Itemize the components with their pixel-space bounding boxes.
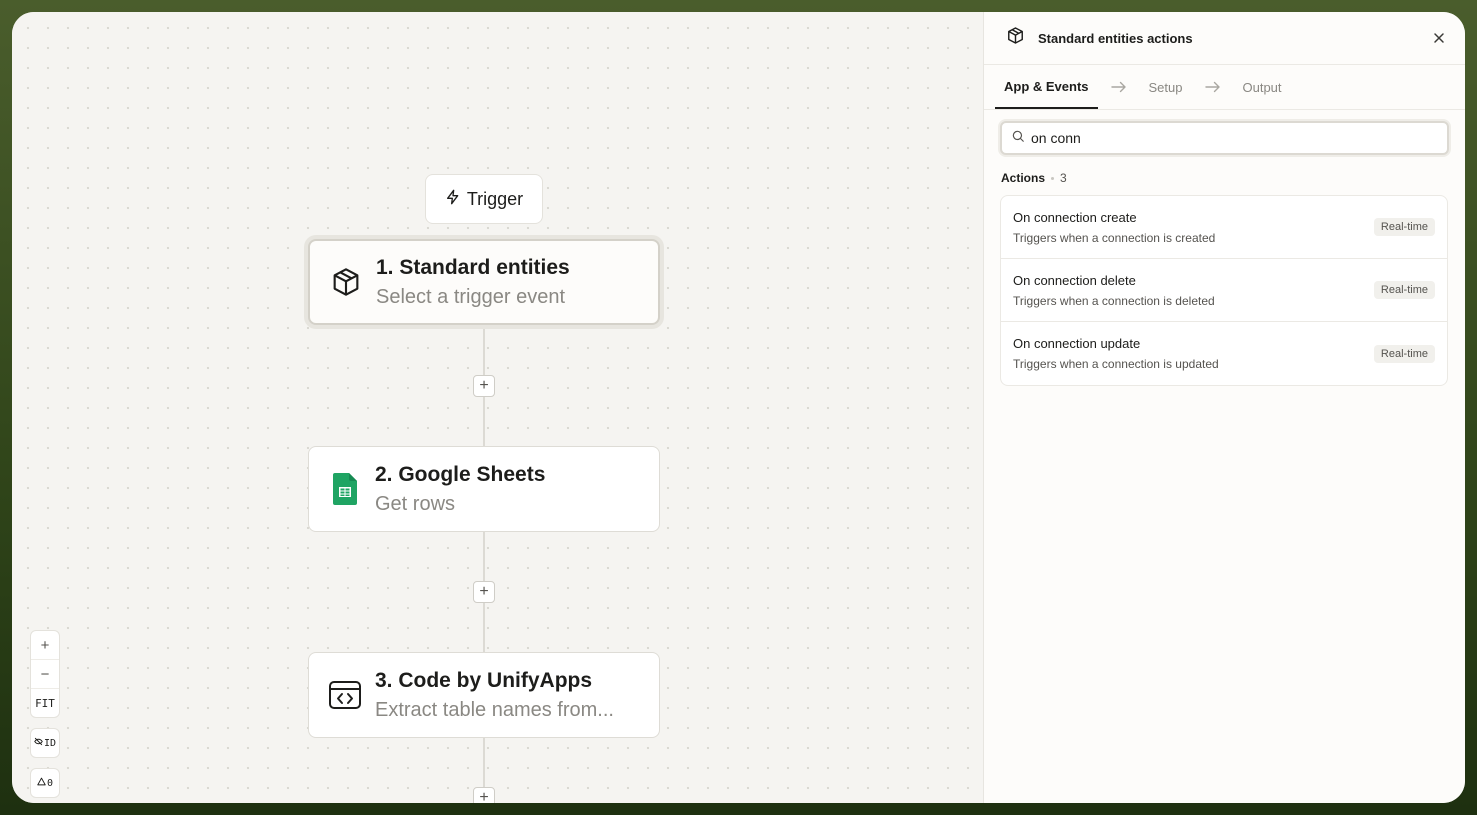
arrow-right-icon <box>1098 65 1140 109</box>
lightning-icon <box>445 189 461 210</box>
box-icon <box>1006 26 1025 50</box>
arrow-right-icon <box>1192 65 1234 109</box>
google-sheets-icon <box>328 472 362 506</box>
node-subtitle: Extract table names from... <box>375 698 614 721</box>
trigger-button[interactable]: Trigger <box>425 174 543 224</box>
actions-section-header: Actions 3 <box>1001 171 1465 185</box>
list-item[interactable]: On connection update Triggers when a con… <box>1001 322 1447 385</box>
node-subtitle: Get rows <box>375 492 456 515</box>
close-icon[interactable] <box>1429 28 1449 48</box>
zoom-out-button[interactable]: − <box>31 660 59 689</box>
app-window: Trigger 1. Standard entities Select a tr… <box>12 12 1465 803</box>
section-label: Actions <box>1001 171 1046 185</box>
warnings-button[interactable]: 0 <box>30 768 60 798</box>
result-description: Triggers when a connection is deleted <box>1013 293 1215 308</box>
zoom-in-button[interactable]: + <box>31 631 59 660</box>
workflow-canvas[interactable]: Trigger 1. Standard entities Select a tr… <box>12 12 983 803</box>
warning-icon <box>37 777 46 789</box>
trigger-label: Trigger <box>466 188 524 209</box>
result-title: On connection delete <box>1013 272 1136 288</box>
add-step-button[interactable]: + <box>473 581 495 603</box>
box-icon <box>329 265 363 299</box>
tab-app-events[interactable]: App & Events <box>995 65 1098 109</box>
tab-output[interactable]: Output <box>1234 65 1291 109</box>
node-title: 1. Standard entities <box>376 255 570 279</box>
code-icon <box>328 678 362 712</box>
results-list: On connection create Triggers when a con… <box>1000 195 1448 386</box>
tab-setup[interactable]: Setup <box>1140 65 1192 109</box>
id-toggle-label: ID <box>43 737 57 749</box>
result-description: Triggers when a connection is created <box>1013 230 1216 245</box>
separator-dot <box>1051 176 1055 180</box>
workflow-node-3[interactable]: 3. Code by UnifyApps Extract table names… <box>308 652 660 738</box>
search-box <box>1000 121 1449 155</box>
section-count: 3 <box>1060 171 1067 185</box>
list-item[interactable]: On connection delete Triggers when a con… <box>1001 259 1447 322</box>
add-step-button[interactable]: + <box>473 787 495 803</box>
realtime-badge: Real-time <box>1373 218 1435 236</box>
add-step-button[interactable]: + <box>473 375 495 397</box>
search-icon <box>1011 129 1025 148</box>
search-input[interactable] <box>1031 130 1447 146</box>
fit-view-button[interactable]: FIT <box>31 689 59 717</box>
node-subtitle: Select a trigger event <box>376 285 565 308</box>
node-title: 3. Code by UnifyApps <box>375 668 593 692</box>
panel-tabs: App & Events Setup Output <box>984 65 1465 110</box>
id-toggle-button[interactable]: ID <box>30 728 60 758</box>
result-description: Triggers when a connection is updated <box>1013 357 1219 371</box>
node-title: 2. Google Sheets <box>375 462 546 486</box>
panel-header: Standard entities actions <box>984 12 1465 65</box>
result-title: On connection update <box>1013 336 1141 351</box>
list-item[interactable]: On connection create Triggers when a con… <box>1001 196 1447 259</box>
eye-off-icon <box>34 737 43 749</box>
result-title: On connection create <box>1013 209 1137 225</box>
panel-title: Standard entities actions <box>1038 30 1193 46</box>
workflow-node-1[interactable]: 1. Standard entities Select a trigger ev… <box>308 239 660 325</box>
warnings-count: 0 <box>46 777 54 789</box>
zoom-controls: + − FIT <box>30 630 60 718</box>
actions-panel: Standard entities actions App & Events S… <box>983 12 1465 803</box>
workflow-node-2[interactable]: 2. Google Sheets Get rows <box>308 446 660 532</box>
realtime-badge: Real-time <box>1373 344 1435 363</box>
realtime-badge: Real-time <box>1373 281 1435 299</box>
